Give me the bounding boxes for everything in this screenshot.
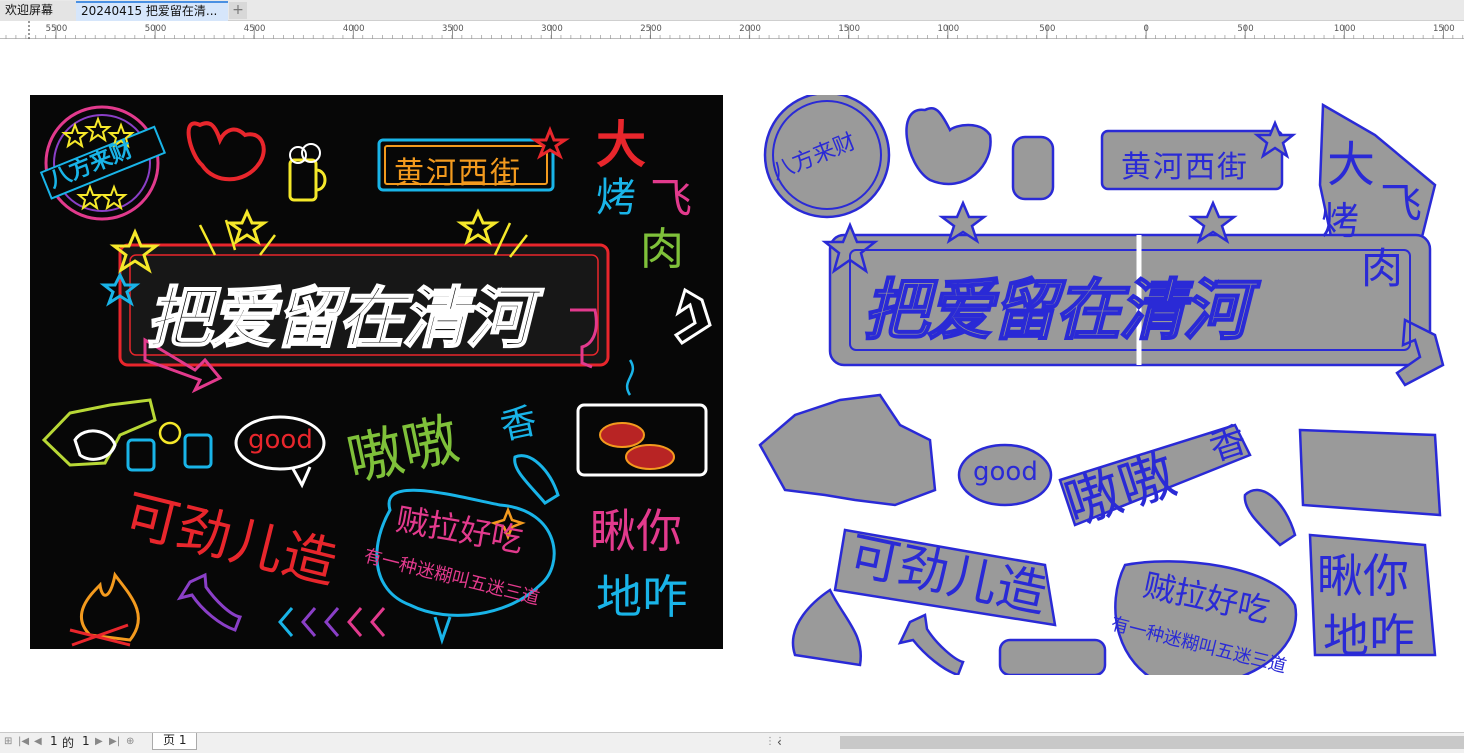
ruler-scale: 5500 5000 4500 4000 3500 3000 2500 2000 1500 1000…: [5, 21, 1464, 39]
sign-star: [530, 125, 570, 160]
cut-side-text-kao: 烤: [1321, 199, 1360, 243]
scroll-grip-icon[interactable]: ⋮⋮: [765, 736, 785, 747]
cut-hand-beer: [758, 393, 937, 507]
purple-arrow: [176, 572, 243, 632]
cut-good-text: good: [973, 457, 1038, 487]
document-tab-bar: 欢迎屏幕 20240415 把爱留在清... +: [0, 0, 1464, 21]
neon-artwork[interactable]: 八方来财 黄河西街 大 飞 烤 肉 把爱留在清河 good 嗷嗷 香 可劲儿造 …: [30, 95, 723, 649]
beer-mug: [288, 158, 318, 202]
ruler-label: 3500: [442, 24, 464, 34]
drawing-canvas[interactable]: 八方来财 黄河西街 大 飞 烤 肉 把爱留在清河 good 嗷嗷 香 可劲儿造 …: [0, 40, 1464, 732]
add-page-icon[interactable]: ⊕: [126, 736, 134, 747]
current-page-number[interactable]: 1: [50, 734, 58, 748]
white-curved-arrow: [673, 287, 712, 346]
page-of-label: 的: [62, 736, 75, 750]
mug-blue-2: [183, 433, 213, 469]
cut-side-text-fei: 飞: [1380, 179, 1423, 228]
cut-purple-arrow: [897, 613, 965, 675]
cut-main-title-text: 把爱留在清河: [862, 271, 1250, 350]
ruler-label: 1000: [938, 24, 960, 34]
cut-chevrons: [998, 638, 1107, 675]
side-text-kao: 烤: [596, 175, 636, 221]
steak-1: [599, 422, 645, 448]
rocket: [513, 454, 560, 505]
add-tab-button[interactable]: +: [229, 2, 247, 19]
grill-smoke: [625, 359, 635, 396]
chevrons-left: [278, 607, 386, 637]
ruler-label: 2000: [739, 24, 761, 34]
speech-cloud-tail: [433, 616, 452, 645]
ruler-label: 5000: [145, 24, 167, 34]
last-page-icon[interactable]: ▶|: [109, 736, 120, 747]
street-sign-text: 黄河西街: [394, 156, 522, 191]
chou-text-1: 瞅你: [590, 504, 682, 558]
ruler-label: 0: [1144, 24, 1149, 34]
title-star-top-2: [456, 208, 500, 246]
cut-fire: [791, 588, 863, 667]
ruler-label: 500: [1039, 24, 1055, 34]
next-page-icon[interactable]: ▶: [95, 736, 103, 747]
ruler-label: 3000: [541, 24, 563, 34]
cut-side-text-da: 大: [1327, 137, 1376, 193]
ruler-label: 1000: [1334, 24, 1356, 34]
chou-text-2: 地咋: [596, 570, 688, 624]
cut-side-text-rou: 肉: [1361, 244, 1404, 293]
title-star-top-1: [225, 208, 269, 246]
first-page-icon[interactable]: |◀: [18, 736, 29, 747]
beer-splash: [158, 421, 182, 445]
good-bubble-tail: [290, 466, 312, 489]
cut-chou-text-1: 瞅你: [1317, 549, 1409, 603]
tab-document[interactable]: 20240415 把爱留在清...: [76, 1, 228, 21]
main-title-text: 把爱留在清河: [145, 279, 533, 358]
page-options-icon[interactable]: ⊞: [4, 736, 12, 747]
cut-sign-text: 黄河西街: [1121, 150, 1249, 185]
ruler-label: 4500: [244, 24, 266, 34]
ruler-label: 1500: [1433, 24, 1455, 34]
total-page-number: 1: [82, 734, 90, 748]
horizontal-scrollbar[interactable]: [840, 736, 1464, 749]
page-navigator-bar: ⊞ |◀ ◀ 1 的 1 ▶ ▶| ⊕ 页 1 ⋮⋮ ‹: [0, 732, 1464, 753]
ruler-label: 2500: [640, 24, 662, 34]
prev-page-icon[interactable]: ◀: [34, 736, 42, 747]
side-text-rou: 肉: [640, 224, 684, 275]
ruler-label: 500: [1237, 24, 1253, 34]
ruler-label: 4000: [343, 24, 365, 34]
cut-chou-text-2: 地咋: [1323, 609, 1415, 663]
horizontal-ruler[interactable]: 5500 5000 4500 4000 3500 3000 2500 2000 1500 1000…: [0, 21, 1464, 39]
steak-2: [625, 444, 675, 470]
ruler-label: 5500: [46, 24, 68, 34]
fist: [73, 429, 117, 461]
cut-hand: [905, 106, 992, 186]
page-tab[interactable]: 页 1: [152, 733, 198, 750]
cutline-artwork[interactable]: 八方来财 黄河西街 大 飞 烤 肉 把爱留在清河 good 嗷嗷 香 可劲儿造 …: [755, 95, 1455, 675]
cut-mug: [1011, 135, 1055, 201]
good-text: good: [248, 425, 313, 455]
ruler-label: 1500: [838, 24, 860, 34]
thumbs-up-hand: [186, 121, 266, 182]
cut-grill: [1298, 428, 1442, 517]
scroll-left-icon[interactable]: ‹: [777, 735, 782, 749]
cut-rocket: [1243, 488, 1297, 547]
tab-welcome-screen[interactable]: 欢迎屏幕: [0, 1, 76, 21]
mug-blue-1: [126, 438, 156, 472]
